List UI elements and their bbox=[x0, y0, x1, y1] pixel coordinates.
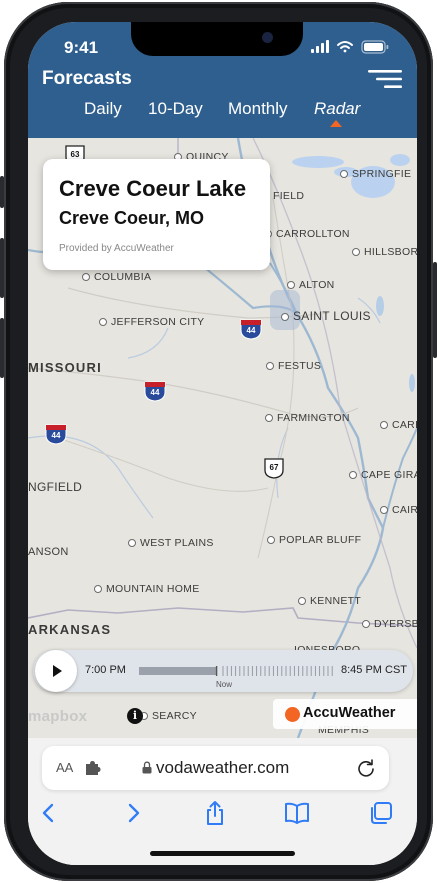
map-city-label: WEST PLAINS bbox=[128, 537, 214, 549]
sun-icon bbox=[285, 707, 300, 722]
lock-icon bbox=[142, 761, 152, 774]
address-bar[interactable]: AA vodaweather.com bbox=[42, 746, 389, 790]
camera-icon bbox=[262, 32, 273, 43]
home-indicator bbox=[150, 851, 295, 856]
timeline-scrubber[interactable] bbox=[139, 663, 333, 679]
shield-number: 44 bbox=[150, 388, 160, 397]
tab-monthly[interactable]: Monthly bbox=[228, 99, 288, 119]
interstate-shield: 44 bbox=[45, 423, 67, 445]
location-title: Creve Coeur Lake bbox=[59, 176, 247, 201]
active-tab-indicator bbox=[330, 120, 342, 127]
map-city-label: CARBO bbox=[380, 419, 417, 431]
power-button bbox=[433, 262, 437, 358]
shield-number: 67 bbox=[269, 463, 279, 472]
map-city-label: FESTUS bbox=[266, 360, 321, 372]
status-icons bbox=[311, 40, 389, 54]
share-icon[interactable] bbox=[202, 800, 228, 826]
map-city-label: POPLAR BLUFF bbox=[267, 534, 361, 546]
accuweather-logo: AccuWeather bbox=[273, 699, 417, 729]
map-city-label: CAIRO bbox=[380, 504, 417, 516]
map-city-label: SEARCY bbox=[140, 710, 197, 722]
interstate-shield: 44 bbox=[144, 380, 166, 402]
info-icon[interactable]: i bbox=[127, 708, 143, 724]
forward-icon[interactable] bbox=[120, 800, 146, 826]
map-city-label: CARROLLTON bbox=[264, 228, 350, 240]
phone-frame: 9:41 Forecasts Daily 10-Day Monthly Rada… bbox=[4, 2, 433, 881]
us-highway-shield: 67 bbox=[263, 457, 285, 479]
map-city-label: COLUMBIA bbox=[82, 271, 151, 283]
timeline-now-label: Now bbox=[216, 680, 233, 689]
tab-radar[interactable]: Radar bbox=[314, 99, 360, 119]
browser-bar: AA vodaweather.com bbox=[28, 738, 417, 865]
map-city-label: KENNETT bbox=[298, 595, 361, 607]
map-city-label: ANSON bbox=[28, 546, 69, 558]
map-city-label: FIELD bbox=[273, 190, 305, 202]
radar-timeline: 7:00 PM 8:45 PM CST Now bbox=[33, 650, 413, 692]
timeline-ticks bbox=[215, 666, 333, 676]
interstate-shield: 44 bbox=[240, 318, 262, 340]
map-city-label: ALTON bbox=[287, 279, 335, 291]
back-icon[interactable] bbox=[36, 800, 62, 826]
shield-number: 63 bbox=[70, 150, 80, 159]
timeline-end-time: 8:45 PM CST bbox=[341, 664, 408, 676]
map-state-label: MISSOURI bbox=[28, 360, 102, 375]
app-header: 9:41 Forecasts Daily 10-Day Monthly Rada… bbox=[28, 22, 417, 138]
map-state-label: ARKANSAS bbox=[28, 622, 112, 637]
map-city-label: CAPE GIRAR bbox=[349, 469, 417, 481]
url-text[interactable]: vodaweather.com bbox=[156, 758, 289, 778]
tabs-icon[interactable] bbox=[368, 800, 394, 826]
bookmarks-icon[interactable] bbox=[284, 800, 310, 826]
shield-number: 44 bbox=[51, 431, 61, 440]
map-city-label: FARMINGTON bbox=[265, 412, 350, 424]
play-icon bbox=[53, 665, 62, 677]
dynamic-island bbox=[131, 22, 303, 56]
play-button[interactable] bbox=[35, 650, 77, 692]
reload-icon[interactable] bbox=[356, 758, 376, 778]
wifi-icon bbox=[337, 41, 353, 53]
map-city-label: MOUNTAIN HOME bbox=[94, 583, 200, 595]
text-size-button[interactable]: AA bbox=[56, 760, 73, 775]
map-city-label: JEFFERSON CITY bbox=[99, 316, 204, 328]
location-subtitle: Creve Coeur, MO bbox=[59, 208, 205, 228]
location-card[interactable]: Creve Coeur Lake Creve Coeur, MO Provide… bbox=[43, 159, 270, 270]
map-city-label: HILLSBORO bbox=[352, 246, 417, 258]
map-city-label: SPRINGFIE bbox=[340, 168, 411, 180]
mapbox-logo[interactable]: mapbox bbox=[28, 708, 87, 725]
provider-label: Provided by AccuWeather bbox=[59, 243, 174, 254]
shield-number: 44 bbox=[246, 326, 256, 335]
page-title: Forecasts bbox=[42, 68, 132, 89]
map-city-label: NGFIELD bbox=[28, 480, 83, 494]
tab-daily[interactable]: Daily bbox=[84, 99, 122, 119]
screen: 9:41 Forecasts Daily 10-Day Monthly Rada… bbox=[28, 22, 417, 865]
tab-10-day[interactable]: 10-Day bbox=[148, 99, 203, 119]
map-city-label: SAINT LOUIS bbox=[281, 309, 371, 323]
accuweather-label: AccuWeather bbox=[303, 705, 396, 721]
battery-icon bbox=[361, 40, 389, 54]
menu-icon[interactable] bbox=[368, 69, 402, 89]
timeline-start-time: 7:00 PM bbox=[85, 664, 126, 676]
map-city-label: DYERSBU bbox=[362, 618, 417, 630]
extension-icon[interactable] bbox=[85, 760, 101, 776]
status-time: 9:41 bbox=[64, 38, 99, 57]
signal-icon bbox=[311, 40, 329, 53]
